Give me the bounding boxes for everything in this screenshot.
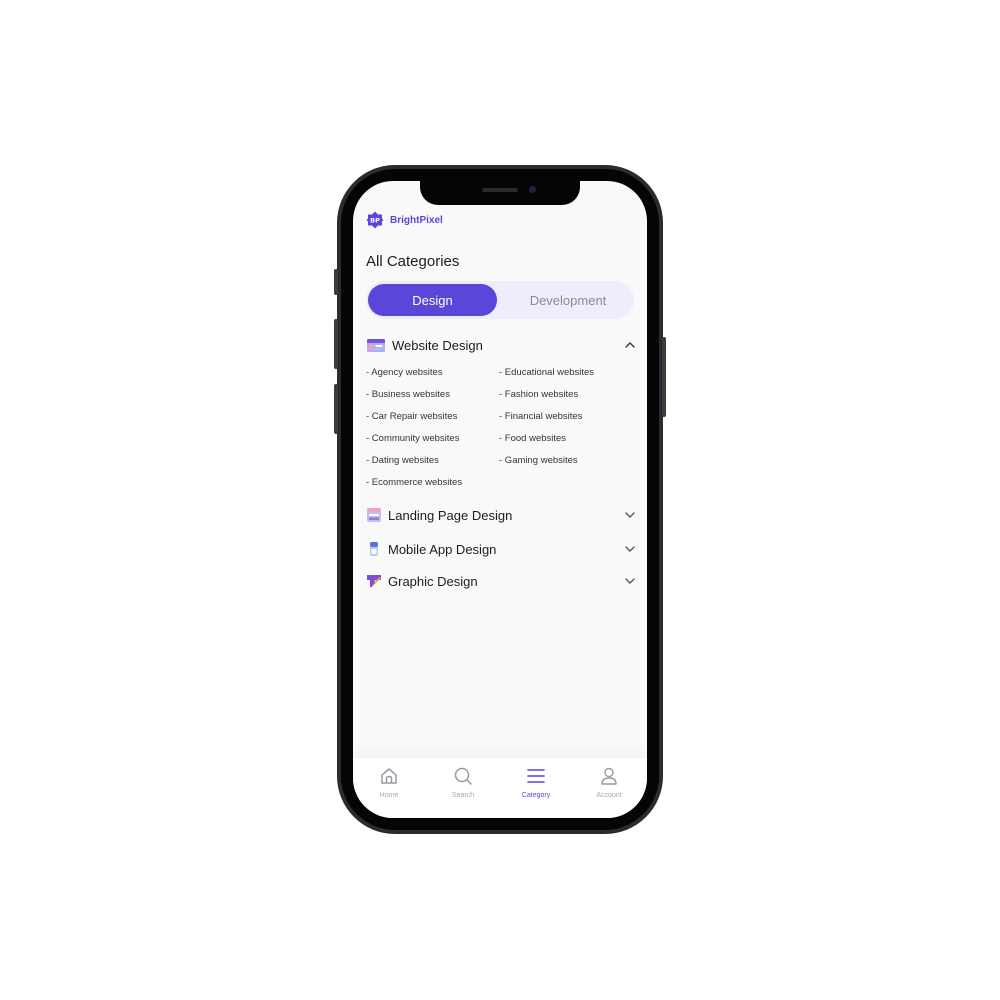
category-label: Landing Page Design	[388, 507, 513, 523]
nav-label: Home	[379, 792, 399, 799]
category-label: Graphic Design	[388, 573, 478, 589]
nav-category[interactable]: Category	[500, 766, 572, 799]
volume-up-button	[334, 319, 338, 369]
search-icon	[454, 767, 472, 785]
chevron-up-icon[interactable]	[624, 339, 636, 351]
landing-page-icon	[367, 508, 381, 522]
nav-account[interactable]: Account	[573, 766, 645, 799]
earpiece-speaker	[482, 188, 518, 192]
category-mobile-app-design[interactable]: Mobile App Design	[366, 541, 636, 557]
page-title: All Categories	[366, 253, 460, 270]
subcategory-link[interactable]: - Car Repair websites	[366, 411, 457, 422]
nav-label: Search	[451, 792, 475, 799]
category-website-design[interactable]: Website Design	[366, 337, 636, 353]
subcategory-link[interactable]: - Dating websites	[366, 455, 439, 466]
tab-design[interactable]: Design	[368, 284, 497, 316]
subcategory-link[interactable]: - Community websites	[366, 433, 459, 444]
bottom-navigation: Home Search Category Account	[353, 758, 647, 818]
browser-window-icon	[367, 339, 385, 352]
app-screen: BP BrightPixel All Categories Design Dev…	[353, 181, 647, 818]
subcategory-link[interactable]: - Agency websites	[366, 367, 443, 378]
subcategory-link[interactable]: - Ecommerce websites	[366, 477, 462, 488]
subcategory-link[interactable]: - Fashion websites	[499, 389, 578, 400]
power-button	[662, 337, 666, 417]
front-camera	[529, 186, 536, 193]
subcategory-link[interactable]: - Business websites	[366, 389, 450, 400]
brand-name: BrightPixel	[390, 214, 443, 226]
brand-logo-text: BP	[370, 217, 380, 225]
home-icon	[381, 768, 397, 784]
brand-header[interactable]: BP BrightPixel	[366, 211, 443, 229]
graphic-design-icon	[367, 575, 381, 587]
category-label: Mobile App Design	[388, 541, 497, 557]
chevron-down-icon[interactable]	[624, 575, 636, 587]
tab-development[interactable]: Development	[506, 284, 630, 316]
subcategory-link[interactable]: - Financial websites	[499, 411, 582, 422]
mobile-app-icon	[370, 542, 378, 556]
brand-logo-icon: BP	[366, 211, 384, 229]
nav-label: Account	[596, 792, 622, 799]
category-landing-page-design[interactable]: Landing Page Design	[366, 507, 636, 523]
nav-home[interactable]: Home	[353, 766, 425, 799]
subcategory-link[interactable]: - Food websites	[499, 433, 566, 444]
chevron-down-icon[interactable]	[624, 509, 636, 521]
mute-switch	[334, 269, 338, 295]
nav-label: Category	[521, 792, 551, 799]
category-label: Website Design	[392, 337, 483, 353]
category-graphic-design[interactable]: Graphic Design	[366, 573, 636, 589]
subcategory-link[interactable]: - Educational websites	[499, 367, 594, 378]
volume-down-button	[334, 384, 338, 434]
chevron-down-icon[interactable]	[624, 543, 636, 555]
menu-icon	[527, 769, 545, 783]
nav-search[interactable]: Search	[427, 766, 499, 799]
user-icon	[601, 767, 617, 785]
subcategory-link[interactable]: - Gaming websites	[499, 455, 578, 466]
category-tabs: Design Development	[366, 281, 634, 319]
